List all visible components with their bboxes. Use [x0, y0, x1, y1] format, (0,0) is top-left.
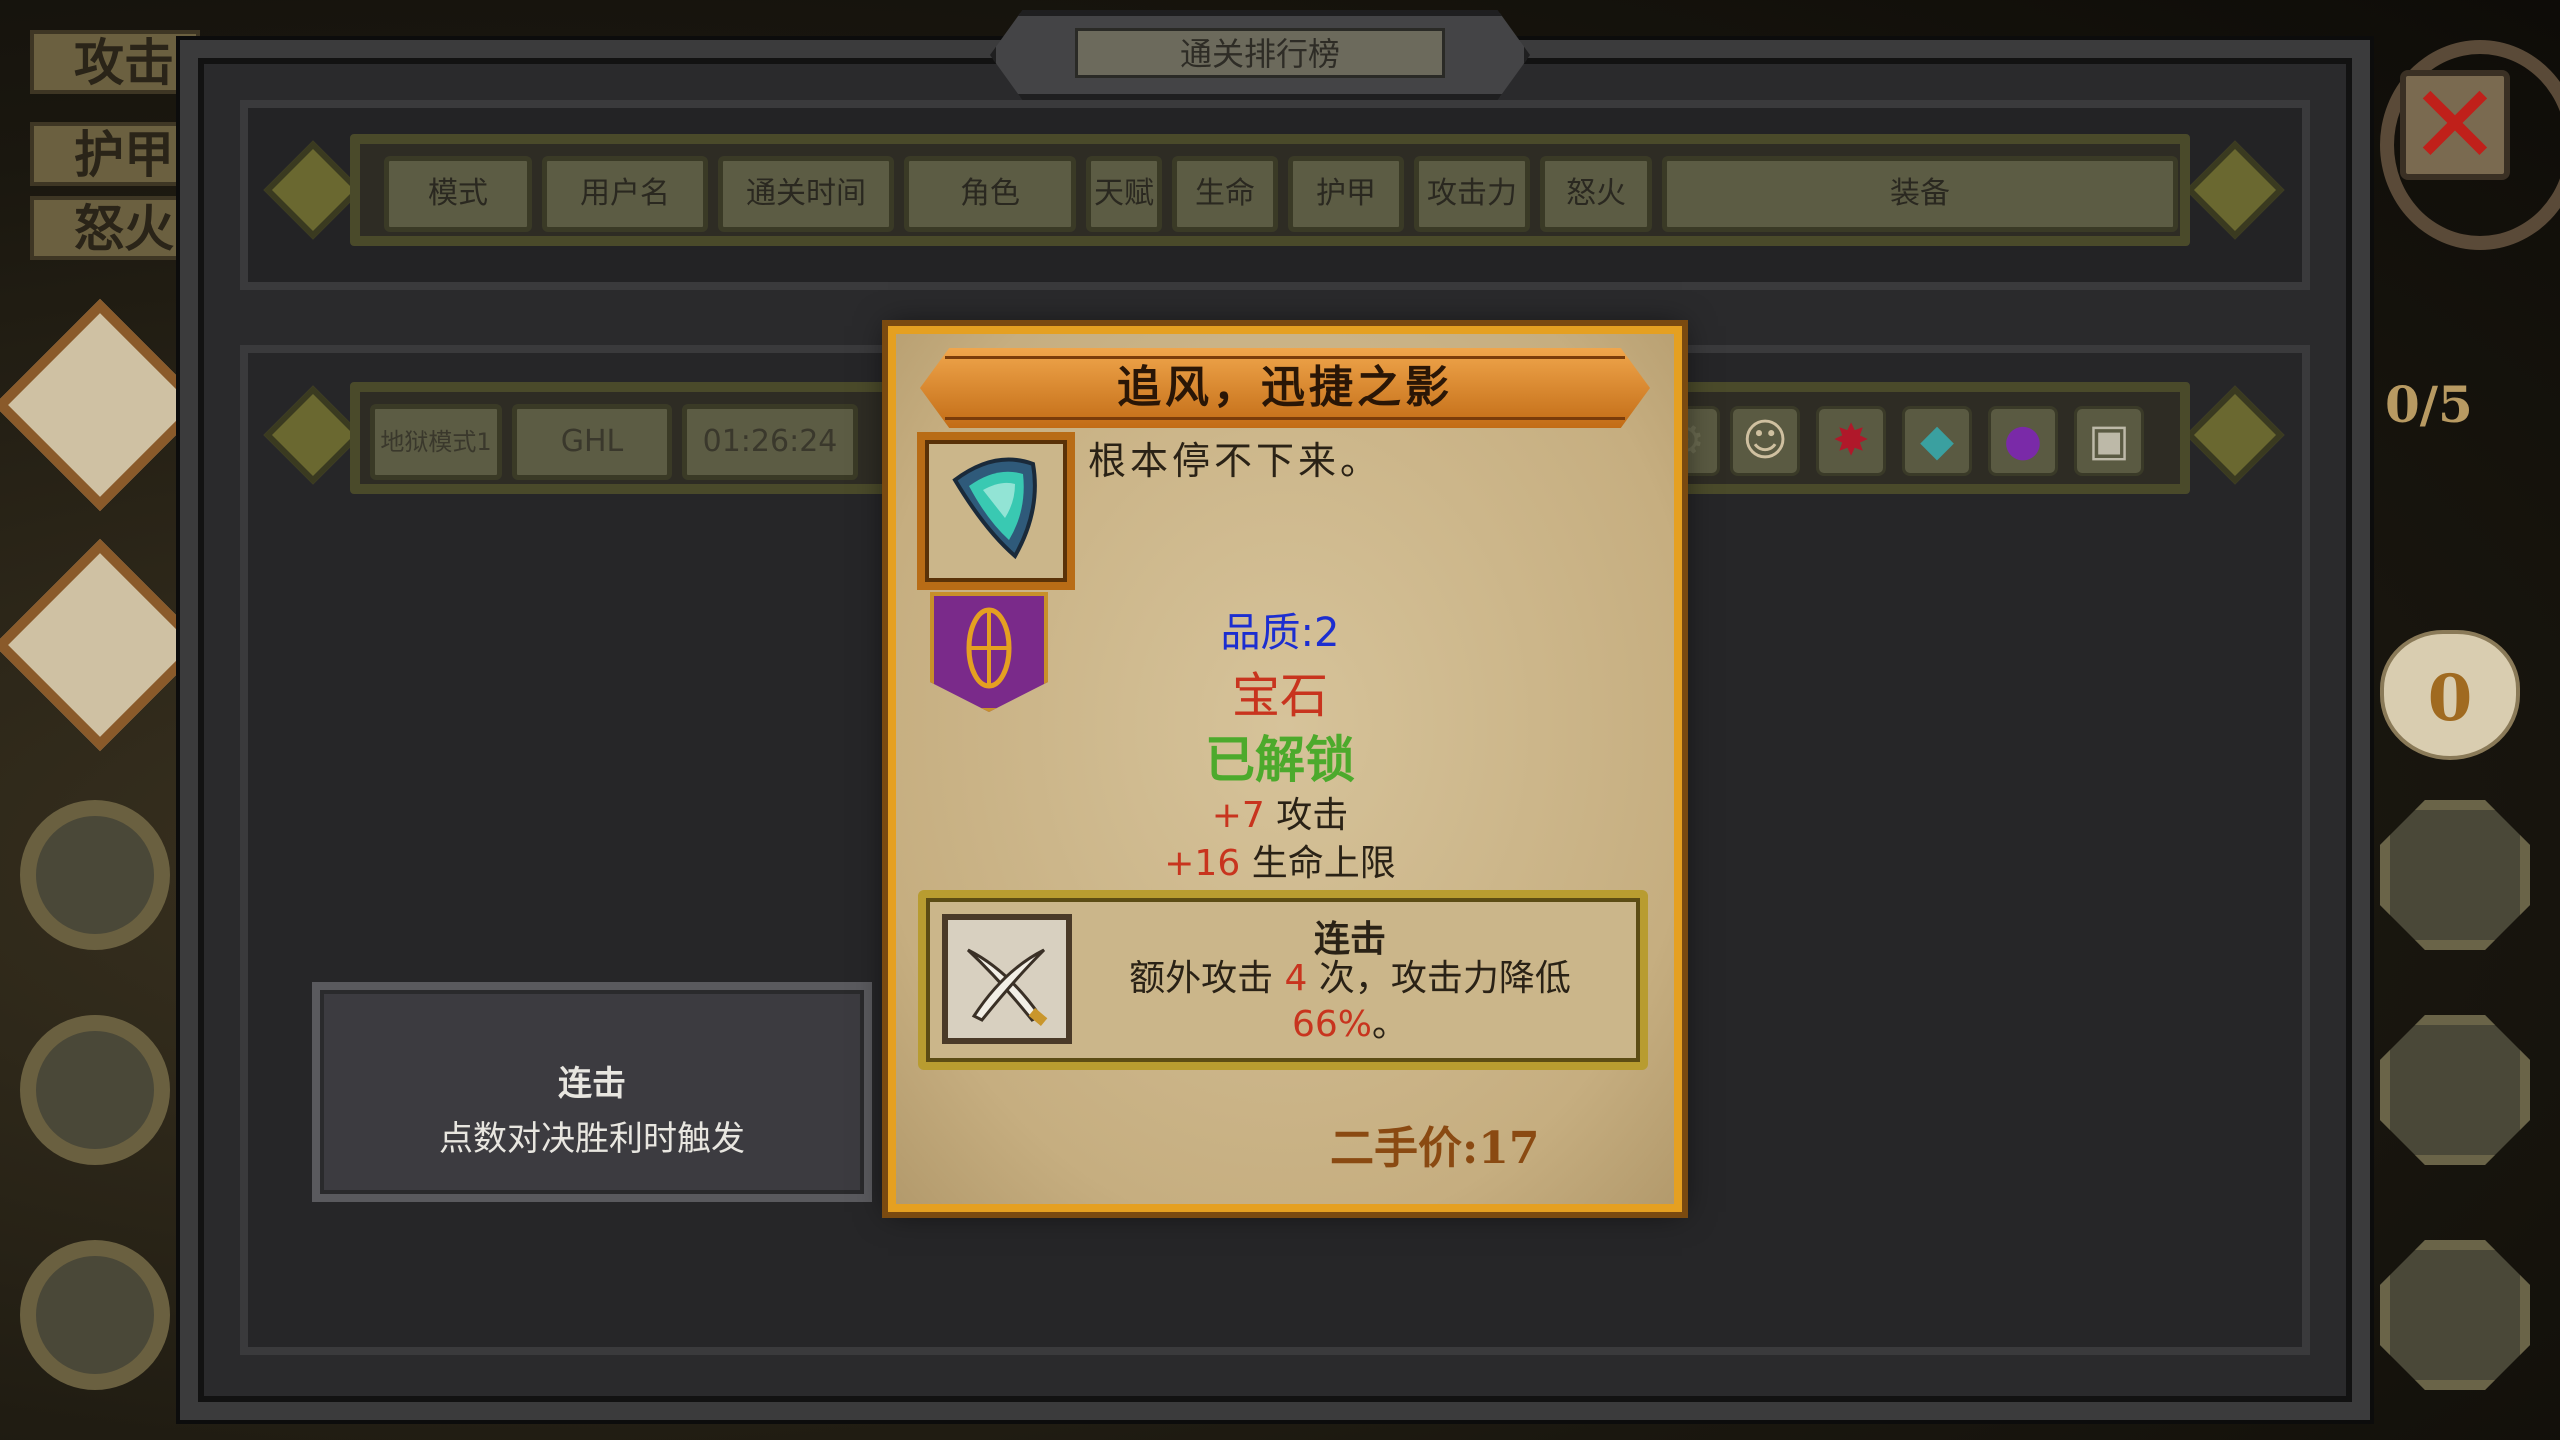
equipment-slot	[2380, 1240, 2530, 1390]
column-equipment[interactable]: 装备	[1662, 156, 2178, 232]
close-button[interactable]: ✕	[2400, 70, 2510, 180]
skill-name: 连击	[1313, 919, 1386, 960]
equipment-slot	[2380, 800, 2530, 950]
column-attack[interactable]: 攻击力	[1414, 156, 1530, 232]
stat-label: 生命上限	[1251, 843, 1396, 884]
teal-gem-icon	[952, 457, 1037, 560]
stat-value: +16	[1164, 843, 1241, 884]
resale-price: 二手价:17	[1330, 1123, 1540, 1174]
stat-max-health: +16 生命上限	[1000, 834, 1560, 886]
item-name: 追风，迅捷之影	[1117, 362, 1453, 413]
row-clear-time: 01:26:24	[682, 404, 858, 480]
trigger-tooltip: 连击 点数对决胜利时触发	[312, 982, 872, 1202]
skill-desc-prefix: 额外攻击	[1129, 958, 1274, 999]
item-type: 宝石	[1231, 668, 1328, 724]
stat-attack: +7 攻击	[1000, 786, 1560, 838]
equipment-slot	[2380, 1015, 2530, 1165]
left-stat-rage: 怒火	[30, 196, 200, 260]
purple-orb-icon[interactable]: ●	[1988, 406, 2058, 476]
trigger-name: 连击	[558, 1064, 626, 1104]
item-quality: 品质:2	[1220, 610, 1340, 656]
crossed-blades-icon	[966, 948, 1048, 1026]
unlock-status: 已解锁	[1205, 731, 1355, 789]
row-username: GHL	[512, 404, 672, 480]
equipment-slot	[20, 1015, 170, 1165]
teal-gem-icon[interactable]: ◆	[1902, 406, 1972, 476]
item-icon-frame	[917, 432, 1075, 590]
face-icon[interactable]: ☺	[1730, 406, 1800, 476]
coin-count: 0	[2427, 661, 2473, 736]
skill-attack-reduction: 66%	[1291, 1004, 1372, 1045]
left-stat-attack: 攻击	[30, 30, 200, 94]
equipment-slot	[20, 1240, 170, 1390]
left-stat-armor: 护甲	[30, 122, 200, 186]
trigger-condition: 点数对决胜利时触发	[439, 1119, 745, 1159]
column-username[interactable]: 用户名	[542, 156, 708, 232]
equipment-slot	[20, 800, 170, 950]
window-title: 通关排行榜	[1075, 28, 1445, 78]
progress-counter: 0/5	[2385, 375, 2473, 434]
column-mode[interactable]: 模式	[384, 156, 532, 232]
red-spiky-gem-icon[interactable]: ✸	[1816, 406, 1886, 476]
skill-desc-suffix: 。	[1372, 1004, 1409, 1045]
cube-icon[interactable]: ▣	[2074, 406, 2144, 476]
close-icon: ✕	[2408, 61, 2502, 189]
skill-desc-middle: 次，攻击力降低	[1318, 958, 1571, 999]
item-description: 根本停不下来。	[1088, 439, 1383, 483]
skill-extra-attacks: 4	[1284, 958, 1308, 999]
skill-icon-frame	[942, 914, 1072, 1044]
column-armor[interactable]: 护甲	[1288, 156, 1404, 232]
column-character[interactable]: 角色	[904, 156, 1076, 232]
row-mode: 地狱模式1	[370, 404, 502, 480]
stat-label: 攻击	[1276, 795, 1349, 836]
skill-description: 额外攻击 4 次，攻击力降低 66%。	[1090, 956, 1610, 1048]
coin-bag-icon: 0	[2380, 630, 2520, 760]
column-header-bar: 模式 用户名 通关时间 角色 天赋 生命 护甲 攻击力 怒火 装备	[350, 134, 2190, 246]
column-talent[interactable]: 天赋	[1086, 156, 1162, 232]
column-clear-time[interactable]: 通关时间	[718, 156, 894, 232]
stat-value: +7	[1211, 795, 1265, 836]
column-health[interactable]: 生命	[1172, 156, 1278, 232]
column-rage[interactable]: 怒火	[1540, 156, 1652, 232]
